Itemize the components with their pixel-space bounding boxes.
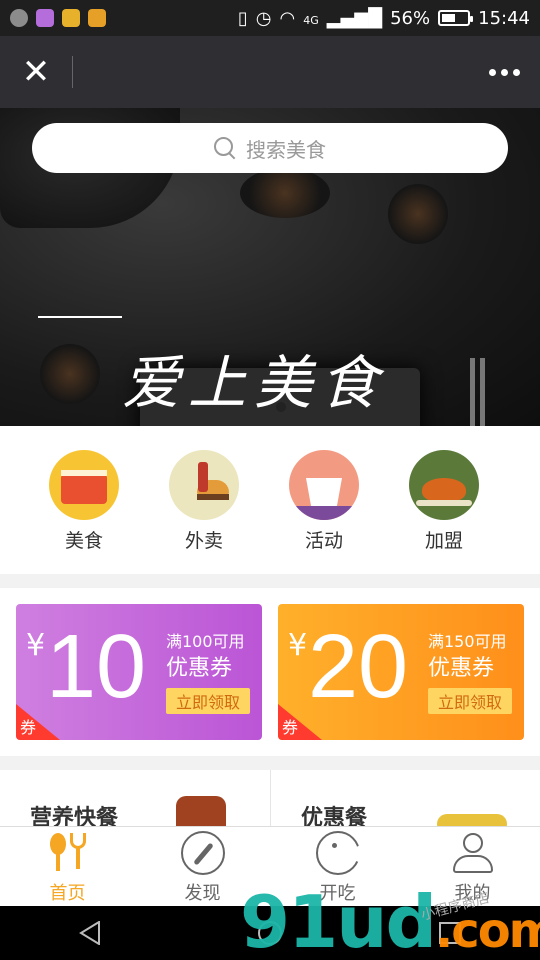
coupon-condition: 满150可用	[428, 632, 507, 651]
battery-percent: 56%	[390, 7, 431, 29]
category-grid: 美食 外卖 活动 加盟	[0, 426, 540, 574]
banner-title: 爱上美食	[122, 349, 387, 417]
claim-button[interactable]: 立即领取	[428, 688, 512, 714]
network-type: 4G	[303, 13, 319, 27]
site-watermark: 91ud.com	[240, 880, 540, 960]
chopsticks-image	[470, 358, 486, 426]
coupon-amount: 10	[46, 617, 147, 717]
bowl-image	[240, 168, 330, 218]
food-image	[176, 796, 226, 826]
vibrate-icon: ▯	[237, 7, 248, 29]
coupon-kind: 优惠券	[428, 656, 495, 681]
noodle-box-icon	[289, 450, 359, 520]
coupon-condition: 满100可用	[166, 632, 245, 651]
back-icon[interactable]	[78, 921, 101, 945]
coupon-card[interactable]: ¥ 10 满100可用 优惠券 立即领取 券	[16, 604, 262, 740]
category-label: 美食	[64, 530, 103, 552]
coupon-amount: 20	[308, 617, 409, 717]
combo-title: 营养快餐	[30, 806, 119, 826]
cake-icon	[49, 450, 119, 520]
combo-discount-meal[interactable]: 优惠餐	[270, 770, 540, 826]
search-icon	[214, 137, 236, 159]
roast-chicken-icon	[409, 450, 479, 520]
tab-label: 首页	[49, 883, 86, 904]
pacman-icon	[315, 831, 361, 875]
search-placeholder: 搜索美食	[246, 137, 326, 162]
app-notification-icon	[88, 9, 106, 27]
watermark-brand: 91ud	[240, 880, 437, 960]
more-dots-icon	[488, 68, 496, 76]
status-bar: ▯ ◷ ◠ 4G ▂▄▆█ 56% 15:44	[0, 0, 540, 36]
claim-button[interactable]: 立即领取	[166, 688, 250, 714]
combo-title: 优惠餐	[301, 806, 368, 826]
category-takeout[interactable]: 外卖	[144, 426, 264, 574]
battery-icon	[438, 10, 474, 26]
coupon-kind: 优惠券	[166, 656, 233, 681]
close-button[interactable]: ✕	[0, 36, 72, 108]
mini-program-title-bar: ✕	[0, 36, 540, 108]
category-label: 加盟	[424, 530, 463, 552]
tab-label: 发现	[184, 883, 221, 904]
wifi-icon: ◠	[279, 7, 296, 29]
category-events[interactable]: 活动	[264, 426, 384, 574]
coupon-tag: 券	[20, 718, 37, 737]
coupon-section: ¥ 10 满100可用 优惠券 立即领取 券 ¥ 20 满150可用 优惠券 立…	[0, 588, 540, 756]
category-label: 外卖	[184, 530, 223, 552]
tab-home[interactable]: 首页	[0, 827, 135, 906]
app-notification-icon	[10, 9, 28, 27]
currency-symbol: ¥	[26, 628, 46, 663]
bowl-image	[40, 344, 100, 404]
bowl-image	[388, 184, 448, 244]
search-box[interactable]: 搜索美食	[32, 123, 508, 173]
food-image	[437, 814, 507, 826]
more-button[interactable]	[468, 36, 540, 108]
gallery-notification-icon	[36, 9, 54, 27]
combo-fast-food[interactable]: 营养快餐	[0, 770, 270, 826]
category-food[interactable]: 美食	[24, 426, 144, 574]
decor-line	[38, 316, 122, 318]
category-franchise[interactable]: 加盟	[384, 426, 504, 574]
user-icon	[451, 831, 495, 875]
signal-icon: ▂▄▆█	[326, 7, 383, 29]
title-divider	[72, 56, 73, 88]
combo-section: 营养快餐 优惠餐	[0, 770, 540, 826]
spoon-fork-icon	[46, 831, 90, 875]
coupon-tag: 券	[282, 718, 299, 737]
currency-symbol: ¥	[288, 628, 308, 663]
category-label: 活动	[304, 530, 343, 552]
close-icon: ✕	[21, 52, 51, 92]
coupon-card[interactable]: ¥ 20 满150可用 优惠券 立即领取 券	[278, 604, 524, 740]
burger-icon	[169, 450, 239, 520]
app-notification-icon	[62, 9, 80, 27]
clock: 15:44	[478, 7, 530, 29]
alarm-icon: ◷	[255, 7, 272, 29]
compass-icon	[180, 831, 225, 875]
carousel-indicator[interactable]	[276, 402, 286, 412]
notification-icons	[10, 9, 106, 27]
